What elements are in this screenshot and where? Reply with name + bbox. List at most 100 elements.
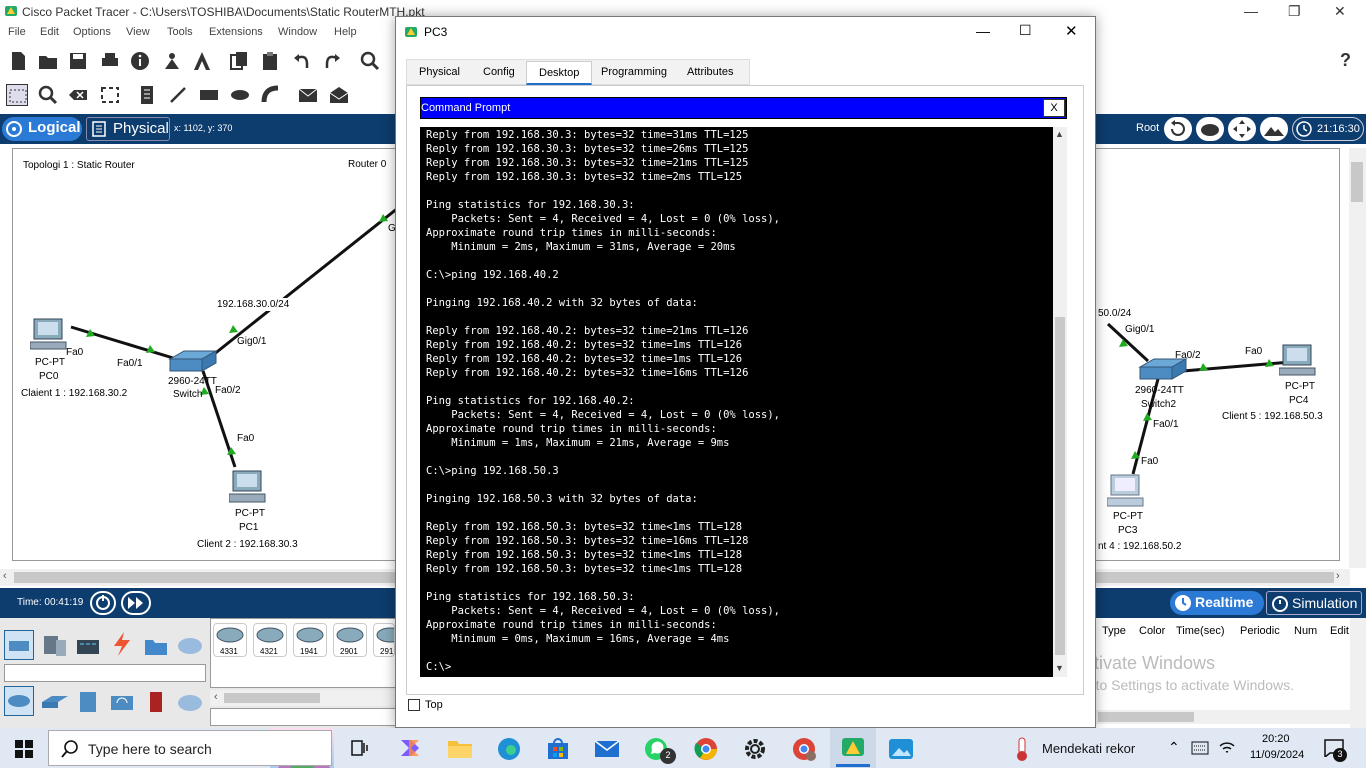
menu-extensions[interactable]: Extensions [209,26,263,38]
viewport-icon[interactable] [1260,117,1288,141]
canvas-vertical-scrollbar[interactable] [1349,148,1366,568]
draw-ellipse-icon[interactable] [229,84,251,106]
task-view-icon[interactable] [350,739,370,757]
menu-options[interactable]: Options [73,26,111,38]
menu-file[interactable]: File [8,26,26,38]
components-category-icon[interactable] [74,632,102,660]
restore-icon[interactable]: ❐ [1288,3,1301,20]
pc0-device-icon[interactable] [30,317,68,351]
event-list-vscrollbar[interactable] [1350,618,1366,728]
pc3-minimize-icon[interactable]: — [976,23,990,39]
terminal-scroll-up-icon[interactable]: ▲ [1055,129,1064,139]
info-icon[interactable] [129,50,151,72]
tab-attributes[interactable]: Attributes [687,66,733,78]
photos-icon[interactable] [888,736,914,762]
fast-forward-icon[interactable] [121,591,151,615]
keyboard-icon[interactable] [1191,741,1209,755]
taskbar-time[interactable]: 20:20 [1262,733,1290,745]
router-1941-item[interactable]: 1941 [293,623,327,657]
menu-help[interactable]: Help [334,26,357,38]
add-simple-pdu-icon[interactable] [297,84,319,106]
freeform-icon[interactable] [260,84,282,106]
menu-tools[interactable]: Tools [167,26,193,38]
file-explorer-icon[interactable] [447,736,473,760]
menu-window[interactable]: Window [278,26,317,38]
physical-tab[interactable]: Physical [86,117,170,141]
multiuser-category-icon[interactable] [176,632,204,660]
terminal-scrollbar[interactable]: ▲ ▼ [1053,127,1067,677]
switch1-device-icon[interactable] [168,349,218,375]
hubs-subcategory-icon[interactable] [74,688,102,716]
security-subcategory-icon[interactable] [142,688,170,716]
chrome-profile-icon[interactable] [791,736,817,762]
tab-desktop[interactable]: Desktop [526,61,593,85]
help-icon[interactable]: ? [1340,50,1351,71]
end-devices-category-icon[interactable] [40,632,68,660]
router-4331-item[interactable]: 4331 [213,623,247,657]
scroll-right-icon[interactable]: › [1336,570,1340,582]
close-icon[interactable]: ✕ [1334,3,1346,20]
undo-icon[interactable] [291,50,313,72]
resize-icon[interactable] [99,84,121,106]
pc3-device-icon[interactable] [1107,473,1145,509]
pc3-maximize-icon[interactable]: ☐ [1019,22,1032,39]
redo-icon[interactable] [321,50,343,72]
paste-icon[interactable] [259,50,281,72]
settings-gear-icon[interactable] [742,736,768,762]
pc1-device-icon[interactable] [229,469,267,507]
taskbar-search[interactable]: Type here to search [48,730,332,766]
print-icon[interactable] [99,50,121,72]
col-periodic[interactable]: Periodic [1240,625,1280,637]
event-list-hscrollbar[interactable] [1096,710,1350,724]
draw-rectangle-icon[interactable] [198,84,220,106]
chrome-icon[interactable] [693,736,719,762]
menu-view[interactable]: View [126,26,150,38]
new-file-icon[interactable] [7,50,29,72]
tab-programming[interactable]: Programming [601,66,667,78]
weather-text[interactable]: Mendekati rekor [1042,741,1135,756]
pc3-close-icon[interactable]: ✕ [1065,22,1078,40]
network-devices-category-icon[interactable] [4,630,34,660]
col-num[interactable]: Num [1294,625,1317,637]
scroll-left-icon[interactable]: ‹ [3,570,7,582]
copilot-icon[interactable] [397,736,423,760]
menu-edit[interactable]: Edit [40,26,59,38]
switches-subcategory-icon[interactable] [40,688,68,716]
terminal-scroll-down-icon[interactable]: ▼ [1055,663,1064,673]
windows-start-icon[interactable] [15,740,33,758]
copy-icon[interactable] [228,50,250,72]
taskbar-date[interactable]: 11/09/2024 [1250,749,1304,761]
col-color[interactable]: Color [1139,625,1165,637]
edge-icon[interactable] [496,736,522,762]
col-edit[interactable]: Edit [1330,625,1349,637]
mail-icon[interactable] [594,738,620,760]
note-icon[interactable] [136,84,158,106]
router-2901-item[interactable]: 2901 [333,623,367,657]
pc4-device-icon[interactable] [1279,343,1317,377]
store-icon[interactable] [545,736,571,762]
delete-icon[interactable] [67,84,89,106]
routers-subcategory-icon[interactable] [4,686,34,716]
inspect-icon[interactable] [37,84,59,106]
model-list-scrollbar[interactable]: ‹ [210,690,396,706]
wireless-subcategory-icon[interactable] [108,688,136,716]
simulation-button[interactable]: Simulation [1266,591,1362,615]
top-checkbox[interactable] [408,699,420,711]
router-4321-item[interactable]: 4321 [253,623,287,657]
misc-category-icon[interactable] [142,632,170,660]
zoom-in-icon[interactable] [359,50,381,72]
realtime-button[interactable]: Realtime [1170,591,1264,615]
tab-physical[interactable]: Physical [419,66,460,78]
logical-tab[interactable]: Logical [2,117,82,141]
cloud-icon[interactable] [1196,117,1224,141]
open-folder-icon[interactable] [37,50,59,72]
router-2911-item[interactable]: 291 [373,623,395,657]
navigation-icon[interactable] [1228,117,1256,141]
minimize-icon[interactable]: — [1244,3,1258,19]
select-icon[interactable] [6,84,28,106]
network-wifi-icon[interactable] [1219,741,1235,755]
power-cycle-icon[interactable] [90,591,116,615]
connections-category-icon[interactable] [108,630,136,658]
back-icon[interactable] [1164,117,1192,141]
terminal-output[interactable]: Reply from 192.168.30.3: bytes=32 time=3… [420,127,1053,677]
